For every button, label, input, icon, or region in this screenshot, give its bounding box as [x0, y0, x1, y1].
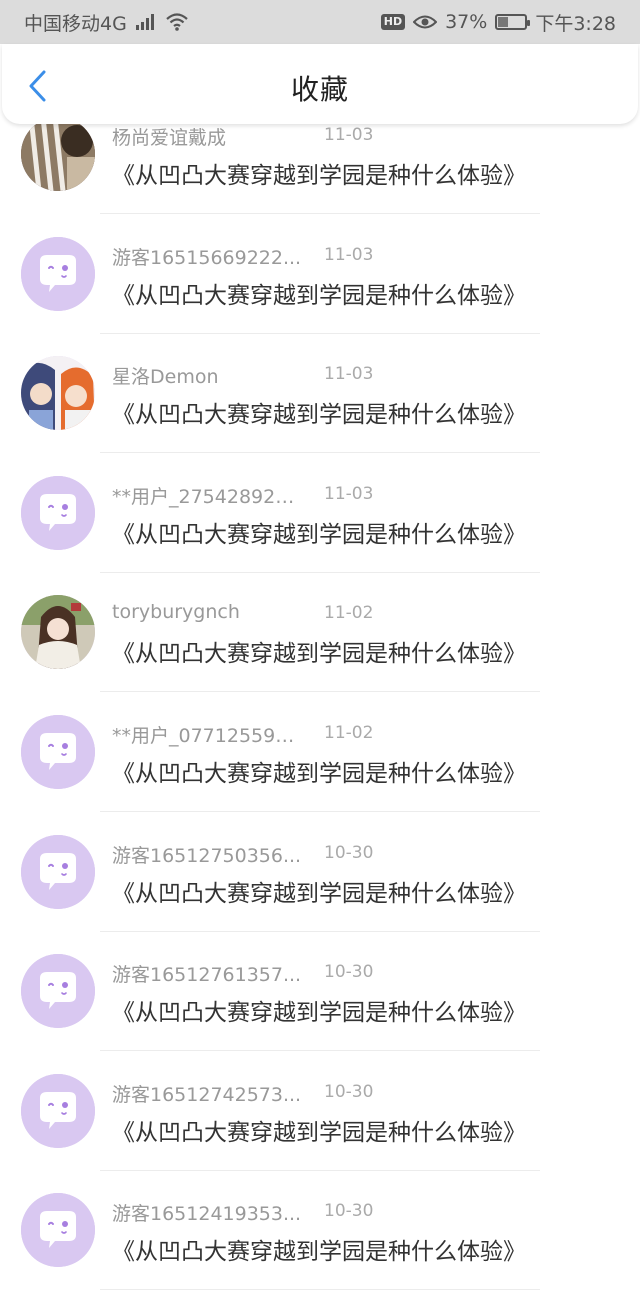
- hd-badge: HD: [380, 14, 406, 30]
- favorite-time: 10-30: [324, 1201, 374, 1222]
- chevron-left-icon: [29, 70, 46, 102]
- favorite-time: 10-30: [324, 1081, 374, 1102]
- favorite-time: 11-02: [324, 723, 374, 743]
- battery-level: [498, 17, 509, 27]
- favorite-title[interactable]: 《从凹凸大赛穿越到学园是种什么体验》: [112, 395, 526, 429]
- signal-icon: [135, 14, 154, 30]
- favorite-username: 游客16512419353...: [112, 1203, 302, 1226]
- favorite-title[interactable]: 《从凹凸大赛穿越到学园是种什么体验》: [112, 1232, 526, 1266]
- favorite-username: 游客16512750356...: [112, 844, 302, 867]
- default-avatar-icon[interactable]: [21, 834, 95, 909]
- favorite-username: toryburygnch: [112, 601, 240, 624]
- favorite-username: 游客16512761357...: [112, 964, 302, 987]
- favorite-item[interactable]: 游客16512750356... 10-30 《从凹凸大赛穿越到学园是种什么体验》: [0, 812, 640, 932]
- favorite-item[interactable]: toryburygnch 11-02 《从凹凸大赛穿越到学园是种什么体验》: [0, 572, 640, 693]
- favorite-time: 10-30: [324, 962, 374, 983]
- favorite-item[interactable]: 游客16512742573... 10-30 《从凹凸大赛穿越到学园是种什么体验》: [0, 1051, 640, 1171]
- user-avatar[interactable]: [21, 595, 95, 670]
- favorite-title[interactable]: 《从凹凸大赛穿越到学园是种什么体验》: [112, 874, 526, 908]
- status-left: 中国移动4G: [24, 9, 189, 36]
- back-button[interactable]: [20, 68, 56, 104]
- favorite-item[interactable]: 游客16512761357... 10-30 《从凹凸大赛穿越到学园是种什么体验》: [0, 931, 640, 1052]
- page-title: 收藏: [290, 73, 349, 106]
- favorite-time: 11-03: [324, 244, 374, 265]
- default-avatar-icon[interactable]: [21, 954, 95, 1029]
- default-avatar-icon[interactable]: [21, 715, 95, 789]
- status-right: HD 37% 下午3:28: [380, 9, 616, 36]
- favorite-time: 11-03: [324, 364, 374, 385]
- favorite-title[interactable]: 《从凹凸大赛穿越到学园是种什么体验》: [112, 515, 526, 549]
- favorite-title[interactable]: 《从凹凸大赛穿越到学园是种什么体验》: [112, 276, 526, 310]
- status-bar: 中国移动4G HD 37% 下午3:28: [0, 0, 640, 44]
- favorite-title[interactable]: 《从凹凸大赛穿越到学园是种什么体验》: [112, 754, 526, 788]
- favorite-item[interactable]: **用户_077125596... 11-02 《从凹凸大赛穿越到学园是种什么体验》: [0, 692, 640, 812]
- battery-percent: 37%: [445, 11, 488, 33]
- favorite-time: 11-03: [324, 483, 374, 504]
- favorite-time: 10-30: [324, 842, 374, 863]
- wifi-icon: [166, 13, 188, 31]
- favorite-username: 游客16515669222...: [112, 246, 302, 269]
- default-avatar-icon[interactable]: [21, 475, 95, 550]
- favorite-item[interactable]: 游客16515669222... 11-03 《从凹凸大赛穿越到学园是种什么体验》: [0, 214, 640, 334]
- favorite-username: 星洛Demon: [112, 366, 219, 389]
- battery-icon: [495, 14, 531, 30]
- default-avatar-icon[interactable]: [21, 1193, 95, 1268]
- favorite-username: 游客16512742573...: [112, 1083, 302, 1106]
- favorite-title[interactable]: 《从凹凸大赛穿越到学园是种什么体验》: [112, 1113, 526, 1147]
- favorite-title[interactable]: 《从凹凸大赛穿越到学园是种什么体验》: [112, 156, 526, 190]
- favorite-title[interactable]: 《从凹凸大赛穿越到学园是种什么体验》: [112, 993, 526, 1027]
- favorite-username: **用户_275428927...: [112, 485, 302, 508]
- favorite-title[interactable]: 《从凹凸大赛穿越到学园是种什么体验》: [112, 634, 526, 668]
- default-avatar-icon[interactable]: [21, 236, 95, 311]
- app-header: 收藏: [2, 44, 638, 124]
- favorite-item[interactable]: **用户_275428927... 11-03 《从凹凸大赛穿越到学园是种什么体验》: [0, 453, 640, 573]
- favorite-item[interactable]: 游客16512419353... 10-30 《从凹凸大赛穿越到学园是种什么体验》: [0, 1170, 640, 1290]
- favorite-item[interactable]: 星洛Demon 11-03 《从凹凸大赛穿越到学园是种什么体验》: [0, 333, 640, 454]
- favorite-username: **用户_077125596...: [112, 725, 302, 747]
- default-avatar-icon[interactable]: [21, 1073, 95, 1148]
- clock: 下午3:28: [535, 12, 616, 35]
- eye-icon: [413, 15, 438, 29]
- favorite-time: 11-02: [324, 603, 374, 624]
- carrier-label: 中国移动4G: [24, 12, 127, 35]
- user-avatar[interactable]: [21, 356, 95, 431]
